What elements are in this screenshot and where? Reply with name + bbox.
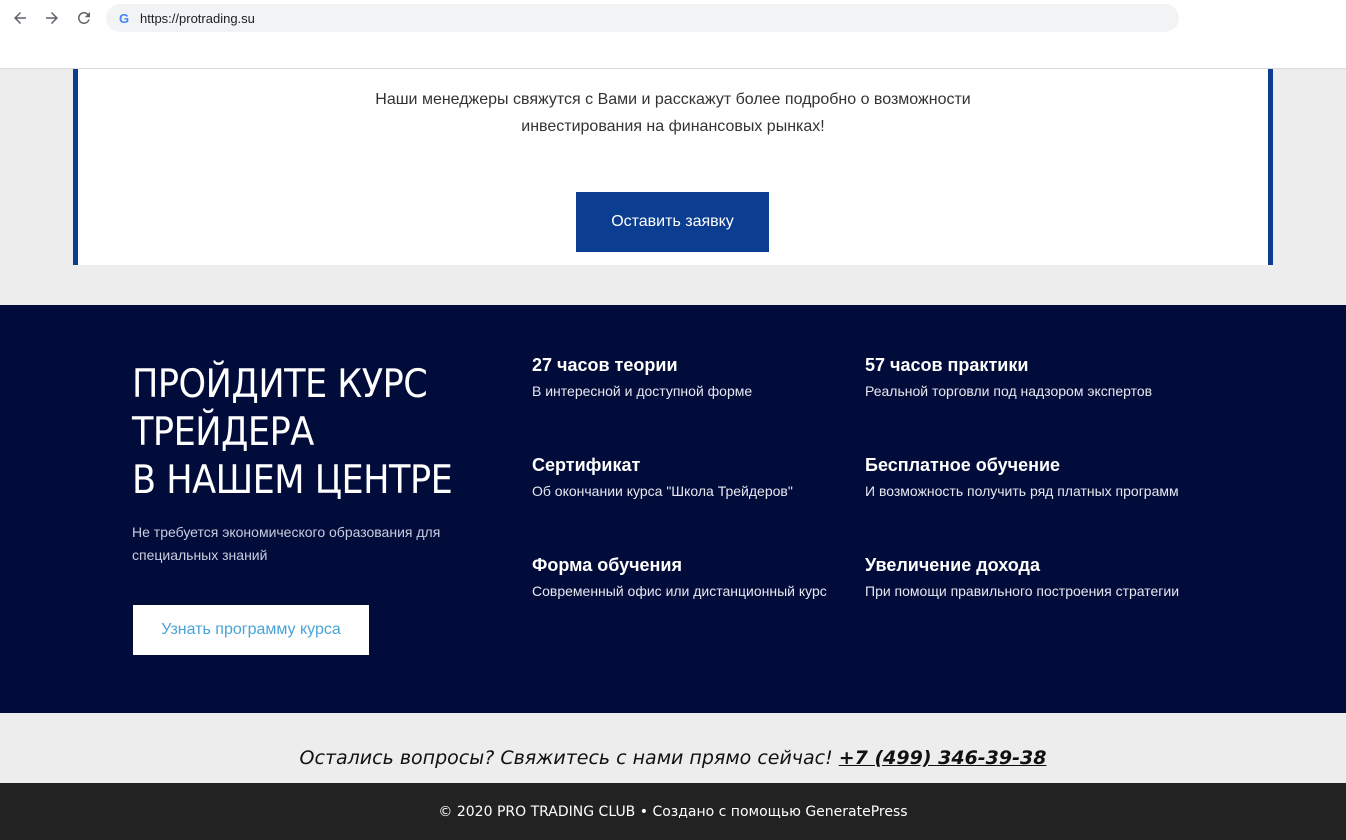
course-section: ПРОЙДИТЕ КУРС ТРЕЙДЕРА В НАШЕМ ЦЕНТРЕ Не… bbox=[0, 305, 1346, 713]
feature-desc: Реальной торговли под надзором экспертов bbox=[865, 383, 1153, 399]
submit-request-button[interactable]: Оставить заявку bbox=[576, 192, 769, 252]
feature-desc: И возможность получить ряд платных прогр… bbox=[865, 483, 1179, 499]
cta-text-line: инвестирования на финансовых рынках! bbox=[521, 118, 825, 135]
feature-desc: В интересной и доступной форме bbox=[532, 383, 753, 399]
feature-item: Бесплатное обучение И возможность получи… bbox=[865, 453, 1195, 500]
google-icon: G bbox=[118, 10, 130, 26]
course-title-line: В НАШЕМ ЦЕНТРЕ bbox=[132, 458, 453, 503]
feature-item: Форма обучения Современный офис или дист… bbox=[532, 553, 862, 600]
course-title: ПРОЙДИТЕ КУРС ТРЕЙДЕРА В НАШЕМ ЦЕНТРЕ bbox=[132, 361, 512, 505]
browser-toolbar: G https://protrading.su bbox=[0, 0, 1346, 69]
footer-text: © 2020 PRO TRADING CLUB • Создано с помо… bbox=[438, 803, 908, 820]
reload-icon[interactable] bbox=[73, 7, 95, 29]
phone-link[interactable]: +7 (499) 346-39-38 bbox=[839, 747, 1047, 769]
feature-item: 57 часов практики Реальной торговли под … bbox=[865, 353, 1195, 400]
cta-text-line: Наши менеджеры свяжутся с Вами и расскаж… bbox=[375, 91, 971, 108]
cta-text: Наши менеджеры свяжутся с Вами и расскаж… bbox=[78, 86, 1268, 140]
feature-title: Форма обучения bbox=[532, 555, 682, 575]
feature-item: Сертификат Об окончании курса "Школа Тре… bbox=[532, 453, 862, 500]
feature-desc: Об окончании курса "Школа Трейдеров" bbox=[532, 483, 793, 499]
forward-icon[interactable] bbox=[41, 7, 63, 29]
feature-title: Бесплатное обучение bbox=[865, 455, 1061, 475]
contact-strip: Остались вопросы? Свяжитесь с нами прямо… bbox=[0, 713, 1346, 783]
course-title-line: ТРЕЙДЕРА bbox=[132, 410, 314, 455]
url-text[interactable]: https://protrading.su bbox=[140, 11, 255, 26]
feature-desc: При помощи правильного построения страте… bbox=[865, 583, 1180, 599]
feature-item: 27 часов теории В интересной и доступной… bbox=[532, 353, 862, 400]
feature-title: Увеличение дохода bbox=[865, 555, 1040, 575]
address-bar[interactable]: G https://protrading.su bbox=[106, 4, 1179, 32]
cta-box: Наши менеджеры свяжутся с Вами и расскаж… bbox=[73, 69, 1273, 265]
back-icon[interactable] bbox=[9, 7, 31, 29]
course-program-button[interactable]: Узнать программу курса bbox=[133, 605, 369, 655]
footer: © 2020 PRO TRADING CLUB • Создано с помо… bbox=[0, 783, 1346, 840]
feature-item: Увеличение дохода При помощи правильного… bbox=[865, 553, 1195, 600]
feature-title: 57 часов практики bbox=[865, 355, 1029, 375]
contact-text: Остались вопросы? Свяжитесь с нами прямо… bbox=[299, 747, 833, 769]
feature-title: 27 часов теории bbox=[532, 355, 678, 375]
feature-desc: Современный офис или дистанционный курс bbox=[532, 583, 827, 599]
course-title-line: ПРОЙДИТЕ КУРС bbox=[132, 362, 428, 407]
feature-title: Сертификат bbox=[532, 455, 641, 475]
course-subtitle: Не требуется экономического образования … bbox=[132, 524, 441, 563]
